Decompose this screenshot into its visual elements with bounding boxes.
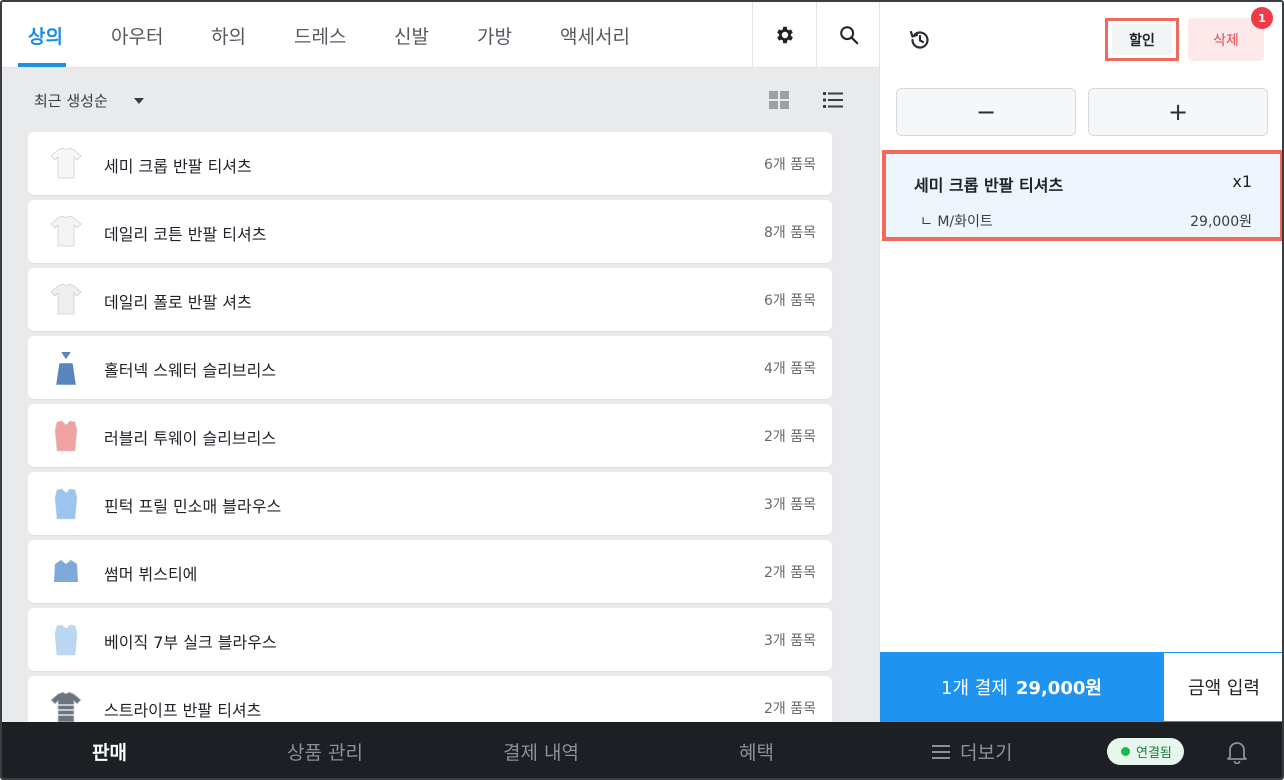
sort-dropdown[interactable]: 최근 생성순 — [34, 90, 144, 111]
product-name: 데일리 폴로 반팔 셔츠 — [104, 293, 252, 312]
product-row[interactable]: 데일리 폴로 반팔 셔츠 6개 품목 — [28, 268, 832, 331]
view-toggle — [768, 90, 844, 110]
product-name: 세미 크롭 반팔 티셔츠 — [104, 157, 252, 176]
clothing-icon — [50, 691, 82, 722]
tab-tops[interactable]: 상의 — [28, 22, 63, 49]
tab-bags[interactable]: 가방 — [477, 22, 512, 49]
nav-product-management[interactable]: 상품 관리 — [287, 738, 363, 765]
tab-shoes[interactable]: 신발 — [394, 22, 429, 49]
cart-item-price: 29,000원 — [1190, 214, 1252, 230]
nav-sales[interactable]: 판매 — [92, 738, 127, 765]
grid-view-icon[interactable] — [768, 90, 790, 110]
pay-button[interactable]: 1개 결제 29,000원 — [880, 652, 1163, 722]
product-item-count: 3개 품목 — [764, 633, 816, 649]
gear-icon — [776, 26, 793, 44]
category-tabs: 상의 아우터 하의 드레스 신발 가방 액세서리 — [2, 2, 879, 68]
product-thumbnail — [44, 346, 88, 390]
discount-button[interactable]: 할인 — [1105, 18, 1179, 61]
product-name: 썸머 뷔스티에 — [104, 565, 198, 584]
product-row[interactable]: 스트라이프 반팔 티셔츠 2개 품목 — [28, 676, 832, 722]
product-item-count: 2개 품목 — [764, 701, 816, 717]
nav-more[interactable]: 더보기 — [932, 738, 1012, 765]
settings-button[interactable] — [752, 2, 816, 68]
list-view-icon[interactable] — [822, 90, 844, 110]
clothing-icon — [54, 560, 78, 582]
product-thumbnail — [44, 618, 88, 662]
tab-dress[interactable]: 드레스 — [294, 22, 346, 49]
menu-icon — [932, 744, 950, 759]
delete-count-badge: 1 — [1251, 7, 1273, 29]
cart-item-qty: x1 — [1232, 172, 1252, 191]
clothing-icon — [50, 147, 82, 179]
product-thumbnail — [44, 482, 88, 526]
tab-bottoms[interactable]: 하의 — [211, 22, 246, 49]
product-item-count: 2개 품목 — [764, 565, 816, 581]
product-panel: 상의 아우터 하의 드레스 신발 가방 액세서리 최근 생성순 세미 크롭 반팔… — [2, 2, 879, 722]
product-thumbnail — [44, 210, 88, 254]
product-thumbnail — [44, 142, 88, 186]
search-icon — [839, 26, 858, 45]
connection-status-badge: 연결됨 — [1107, 738, 1184, 765]
product-row[interactable]: 홀터넥 스웨터 슬리브리스 4개 품목 — [28, 336, 832, 399]
bell-icon — [1227, 742, 1247, 765]
nav-benefits[interactable]: 혜택 — [739, 738, 774, 765]
amount-input-button[interactable]: 금액 입력 — [1163, 652, 1282, 722]
product-item-count: 6개 품목 — [764, 293, 816, 309]
sort-label: 최근 생성순 — [34, 92, 108, 110]
product-row[interactable]: 세미 크롭 반팔 티셔츠 6개 품목 — [28, 132, 832, 195]
product-row[interactable]: 베이직 7부 실크 블라우스 3개 품목 — [28, 608, 832, 671]
nav-more-label: 더보기 — [960, 742, 1013, 764]
product-item-count: 8개 품목 — [764, 225, 816, 241]
notifications-button[interactable] — [1226, 740, 1248, 768]
cart-panel: 할인 삭제 1 − + 세미 크롭 반팔 티셔츠 x1 ㄴ M/화이트 29,0… — [879, 2, 1282, 722]
cart-item[interactable]: 세미 크롭 반팔 티셔츠 x1 ㄴ M/화이트 29,000원 — [882, 150, 1282, 241]
product-name: 홀터넥 스웨터 슬리브리스 — [104, 361, 277, 380]
product-row[interactable]: 데일리 코튼 반팔 티셔츠 8개 품목 — [28, 200, 832, 263]
product-name: 러블리 투웨이 슬리브리스 — [104, 429, 277, 448]
clothing-icon — [54, 420, 78, 452]
cart-item-option: ㄴ M/화이트 — [920, 214, 993, 230]
product-thumbnail — [44, 414, 88, 458]
product-item-count: 4개 품목 — [764, 361, 816, 377]
nav-payment-history[interactable]: 결제 내역 — [503, 738, 579, 765]
pay-count: 1개 결제 — [941, 678, 1008, 699]
product-name: 스트라이프 반팔 티셔츠 — [104, 701, 262, 720]
cart-item-name: 세미 크롭 반팔 티셔츠 — [914, 176, 1064, 195]
history-icon — [909, 30, 929, 49]
discount-label: 할인 — [1112, 24, 1172, 55]
search-button[interactable] — [816, 2, 880, 68]
product-item-count: 6개 품목 — [764, 157, 816, 173]
connection-status-label: 연결됨 — [1136, 746, 1172, 761]
increase-qty-button[interactable]: + — [1088, 88, 1268, 136]
tab-accessories[interactable]: 액세서리 — [560, 22, 630, 49]
chevron-down-icon — [133, 97, 144, 104]
status-dot-icon — [1121, 747, 1130, 756]
product-name: 베이직 7부 실크 블라우스 — [104, 633, 277, 652]
product-row[interactable]: 핀턱 프릴 민소매 블라우스 3개 품목 — [28, 472, 832, 535]
product-thumbnail — [44, 686, 88, 722]
product-thumbnail — [44, 550, 88, 594]
app-window: 상의 아우터 하의 드레스 신발 가방 액세서리 최근 생성순 세미 크롭 반팔… — [0, 0, 1284, 780]
clothing-icon — [56, 351, 76, 385]
product-item-count: 3개 품목 — [764, 497, 816, 513]
bottom-nav: 판매 상품 관리 결제 내역 혜택 더보기 연결됨 — [2, 722, 1282, 778]
product-name: 핀턱 프릴 민소매 블라우스 — [104, 497, 282, 516]
pay-amount: 29,000원 — [1015, 678, 1102, 699]
history-button[interactable] — [908, 28, 932, 56]
clothing-icon — [54, 488, 78, 520]
product-item-count: 2개 품목 — [764, 429, 816, 445]
product-list: 세미 크롭 반팔 티셔츠 6개 품목 데일리 코튼 반팔 티셔츠 8개 품목 데일리 폴… — [28, 132, 833, 722]
product-name: 데일리 코튼 반팔 티셔츠 — [104, 225, 267, 244]
tab-outer[interactable]: 아우터 — [111, 22, 163, 49]
active-tab-indicator — [18, 63, 66, 67]
product-row[interactable]: 러블리 투웨이 슬리브리스 2개 품목 — [28, 404, 832, 467]
product-thumbnail — [44, 278, 88, 322]
product-row[interactable]: 썸머 뷔스티에 2개 품목 — [28, 540, 832, 603]
clothing-icon — [54, 624, 78, 656]
decrease-qty-button[interactable]: − — [896, 88, 1076, 136]
clothing-icon — [50, 283, 82, 315]
clothing-icon — [50, 215, 82, 247]
